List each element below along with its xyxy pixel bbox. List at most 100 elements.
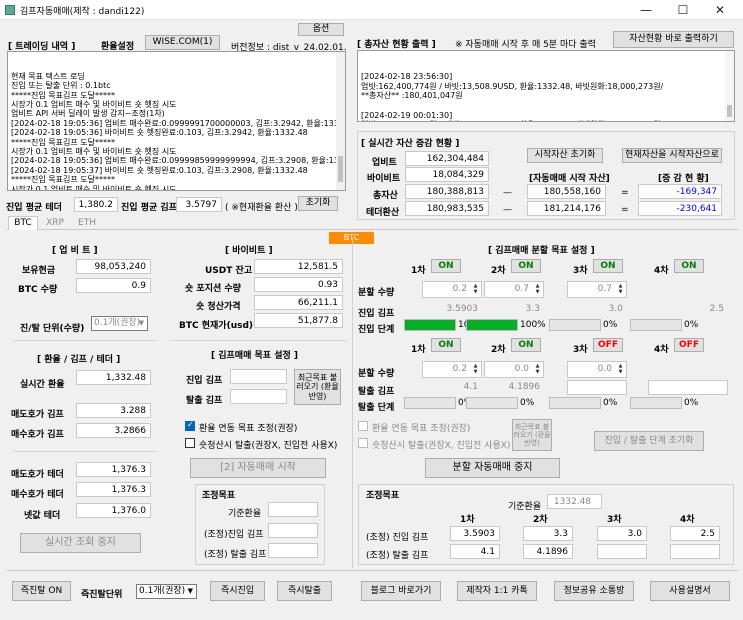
exit-toggle-4[interactable]: OFF [674, 338, 704, 352]
entry-toggle-1[interactable]: ON [431, 259, 461, 273]
entry-kimp-input[interactable] [230, 369, 287, 384]
exit-pct-2: 0% [520, 398, 535, 408]
exit-qty-2[interactable]: 0.0 ▲ ▼ [484, 361, 544, 378]
reset-start-assets-button[interactable]: 시작자산 초기화 [527, 148, 603, 163]
split-recent-target-button[interactable]: 최근목표 불러오기 (환율반영) [512, 419, 552, 451]
exit-toggle-2[interactable]: ON [511, 338, 541, 352]
share-room-button[interactable]: 정보공유 소통방 [554, 581, 634, 601]
trade-log-scrollbar[interactable] [336, 52, 345, 190]
exit-qty-1[interactable]: 0.2 ▲ ▼ [422, 361, 482, 378]
exit-qty-3[interactable]: 0.0 ▲ ▼ [567, 361, 627, 378]
stop-realtime-button[interactable]: 실시간 조회 중지 [20, 533, 141, 553]
entry-progress-2 [466, 319, 518, 331]
adj-entry-label: (조정)진입 김프 [204, 530, 264, 540]
spin-arrows-icon[interactable]: ▲ ▼ [616, 283, 625, 296]
rate-link-label: 환율 연동 목표 조정(권장) [199, 424, 298, 434]
ask-kimp-field: 3.288 [76, 403, 151, 418]
entry-toggle-4[interactable]: ON [674, 259, 704, 273]
close-button[interactable]: ✕ [702, 0, 738, 20]
set-current-as-start-button[interactable]: 현재자산을 시작자산으로 [622, 148, 722, 163]
maximize-button[interactable]: ☐ [665, 0, 701, 20]
cover-exit-checkbox[interactable] [185, 438, 195, 448]
entry-toggle-3[interactable]: ON [593, 259, 623, 273]
manual-button[interactable]: 사용설명서 [650, 581, 730, 601]
entry-qty-4[interactable] [648, 281, 728, 298]
recent-target-button[interactable]: 최근목표 불러오기 (환율반영) [294, 369, 341, 405]
print-assets-button[interactable]: 자산현황 바로 출력하기 [613, 31, 734, 48]
realtime-rate-field: 1,332.48 [76, 370, 151, 385]
reset-avg-button[interactable]: 초기화 [298, 196, 338, 211]
blog-button[interactable]: 블로그 바로가기 [361, 581, 441, 601]
adj-col-label-1: 1차 [460, 515, 475, 525]
instant-unit-select[interactable]: 0.1개(권장) ▼ [136, 584, 197, 599]
usdt-field: 12,581.5 [254, 259, 343, 274]
spin-arrows-icon[interactable]: ▲ ▼ [533, 363, 542, 376]
exit-qty-value: 0.2 [452, 364, 467, 374]
log-line: 진입 또는 탈출 단위 : 0.1btc [11, 81, 111, 91]
split-exit-label-3: 3차 [573, 345, 588, 355]
spin-arrows-icon[interactable]: ▲ ▼ [616, 363, 625, 376]
total-asset-label: 총자산 [373, 191, 398, 201]
split-cover-checkbox[interactable] [358, 438, 368, 448]
entry-qty-3[interactable]: 0.7 ▲ ▼ [567, 281, 627, 298]
tab-eth[interactable]: ETH [72, 217, 102, 230]
instant-exit-button[interactable]: 즉시탈출 [277, 581, 332, 601]
exit-qty-4[interactable] [648, 361, 728, 378]
scroll-thumb[interactable] [727, 105, 732, 117]
tab-btc[interactable]: BTC [8, 216, 38, 230]
unit-select-value: 0.1개(권장) [94, 318, 141, 328]
instant-entry-button[interactable]: 즉시진입 [210, 581, 265, 601]
rate-site-button[interactable]: WISE.COM(1) [145, 35, 220, 50]
entry-pct-2: 100% [520, 320, 546, 330]
trade-log[interactable]: 현재 목표 텍스트 로딩 진입 또는 탈출 단위 : 0.1btc *****진입 … [7, 51, 346, 191]
scroll-thumb[interactable] [338, 156, 343, 182]
entry-qty-value: 0.2 [452, 284, 467, 294]
btc-qty-label: BTC 수량 [18, 285, 58, 295]
minimize-button[interactable]: — [628, 0, 664, 20]
upbit-panel-title: [ 업 비 트 ] [52, 246, 98, 256]
asset-output-note: ※ 자동매매 시작 후 매 5분 마다 출력 [455, 40, 596, 50]
rate-link-checkbox[interactable] [185, 420, 195, 431]
bid-tether-label: 매수호가 테더 [11, 490, 64, 500]
tether-asset-label: 테더환산 [366, 208, 400, 218]
title-bar: 김프자동매매(제작 : dandi122) — ☐ ✕ [0, 0, 743, 20]
exit-toggle-1[interactable]: ON [431, 338, 461, 352]
entry-qty-value: 0.7 [514, 284, 529, 294]
kakao-button[interactable]: 제작자 1:1 카톡 [457, 581, 537, 601]
cash-label: 보유현금 [22, 266, 56, 276]
adj-col-label-4: 4차 [680, 515, 695, 525]
bottom-divider [7, 570, 738, 571]
reset-steps-button[interactable]: 진입 / 탈출 단계 초기화 [594, 431, 704, 451]
options-button[interactable]: 옵션 [298, 23, 344, 36]
spin-arrows-icon[interactable]: ▲ ▼ [471, 363, 480, 376]
split-label-2: 2차 [491, 266, 506, 276]
exit-kimp-input[interactable] [230, 389, 287, 404]
usdt-label: USDT 잔고 [205, 266, 253, 276]
net-tether-label: 넷값 테더 [24, 511, 61, 521]
split-rate-link-checkbox[interactable] [358, 421, 368, 431]
split-stop-button[interactable]: 분할 자동매매 중지 [425, 458, 560, 478]
exit-kimp-3 [567, 380, 627, 395]
entry-avg-kimp-label: 진입 평균 김프 [121, 203, 177, 213]
asset-output-title: [ 총자산 현황 출력 ] [357, 40, 436, 50]
tab-xrp[interactable]: XRP [40, 217, 70, 230]
entry-qty-2[interactable]: 0.7 ▲ ▼ [484, 281, 544, 298]
asset-log-scrollbar[interactable] [725, 51, 734, 121]
exit-toggle-3[interactable]: OFF [593, 338, 623, 352]
entry-qty-1[interactable]: 0.2 ▲ ▼ [422, 281, 482, 298]
spin-arrows-icon[interactable]: ▲ ▼ [471, 283, 480, 296]
divider [12, 340, 157, 341]
split-exit-label-4: 4차 [654, 345, 669, 355]
base-rate-label: 기준환율 [228, 509, 262, 519]
asset-log[interactable]: [2024-02-18 23:56:30] 업빗:162,400,774원 / 바… [357, 50, 735, 122]
unit-select[interactable]: 0.1개(권장) ▼ [91, 316, 148, 331]
bybit-asset-field: 18,084,329 [405, 167, 489, 182]
spin-arrows-icon[interactable]: ▲ ▼ [533, 283, 542, 296]
adj-col-label-3: 3차 [607, 515, 622, 525]
instant-on-button[interactable]: 즉진탈 ON [12, 581, 71, 601]
start-auto-trade-button[interactable]: [2] 자동매매 시작 [190, 458, 326, 478]
entry-toggle-2[interactable]: ON [511, 259, 541, 273]
adj-col-label-2: 2차 [533, 515, 548, 525]
log-line: 업빗:162,400,774원 / 바빗:13,508.9USD, 환율:133… [361, 81, 664, 91]
exit-qty-value: 0.0 [597, 364, 612, 374]
